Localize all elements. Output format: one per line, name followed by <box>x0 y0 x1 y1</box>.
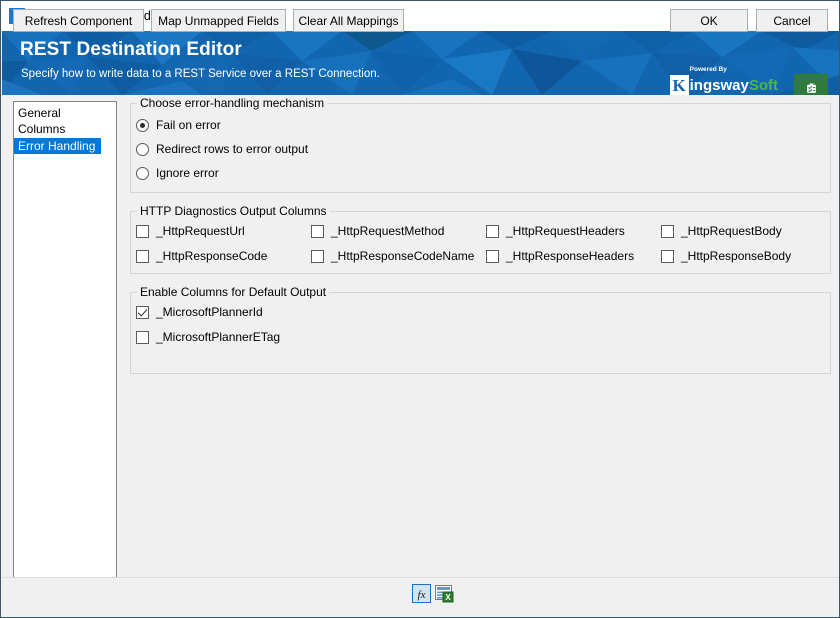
radio-fail-on-error-label: Fail on error <box>156 118 221 132</box>
checkbox-http-response-code-name-box[interactable] <box>311 249 324 263</box>
checkbox-microsoft-planner-id[interactable]: _MicrosoftPlannerId <box>136 304 263 320</box>
checkbox-microsoft-planner-id-label: _MicrosoftPlannerId <box>156 305 263 319</box>
page-list[interactable]: General Columns Error Handling <box>13 101 117 583</box>
checkbox-http-response-headers[interactable]: _HttpResponseHeaders <box>486 248 634 264</box>
checkbox-http-request-method[interactable]: _HttpRequestMethod <box>311 223 444 239</box>
checkbox-http-response-code-box[interactable] <box>136 249 149 263</box>
sidebar-item-general-row[interactable]: General <box>14 105 116 121</box>
powered-by-label: Powered By <box>689 66 727 73</box>
radio-ignore-error[interactable]: Ignore error <box>136 164 219 182</box>
sidebar-item-columns[interactable]: Columns <box>14 121 116 137</box>
checkbox-microsoft-planner-etag[interactable]: _MicrosoftPlannerETag <box>136 329 280 345</box>
logo-soft-text: Soft <box>748 77 778 94</box>
banner-title: REST Destination Editor <box>20 39 242 60</box>
refresh-component-button[interactable]: Refresh Component <box>13 9 144 32</box>
rest-destination-editor-window: K REST Destination Editor <box>0 0 840 618</box>
checkbox-http-response-headers-label: _HttpResponseHeaders <box>506 249 635 263</box>
banner-subtitle: Specify how to write data to a REST Serv… <box>21 68 380 80</box>
default-output-columns-group-title: Enable Columns for Default Output <box>137 285 330 299</box>
checkbox-http-request-body[interactable]: _HttpRequestBody <box>661 223 782 239</box>
checkbox-http-response-code-name-label: _HttpResponseCodeName <box>331 249 475 263</box>
http-diagnostics-group: HTTP Diagnostics Output Columns _HttpReq… <box>130 204 831 274</box>
dialog-body: General Columns Error Handling Choose er… <box>2 95 839 583</box>
checkbox-http-request-headers-label: _HttpRequestHeaders <box>506 224 625 238</box>
sidebar-item-error-handling-row[interactable]: Error Handling <box>14 137 116 154</box>
default-output-columns-group: Enable Columns for Default Output _Micro… <box>130 285 831 374</box>
checkbox-http-request-method-label: _HttpRequestMethod <box>331 224 445 238</box>
checkbox-microsoft-planner-id-box[interactable] <box>136 305 149 319</box>
checkbox-http-response-body-label: _HttpResponseBody <box>681 249 792 263</box>
checkbox-http-request-url-label: _HttpRequestUrl <box>156 224 245 238</box>
cancel-button[interactable]: Cancel <box>756 9 828 32</box>
error-handling-group-title: Choose error-handling mechanism <box>137 96 328 110</box>
checkbox-http-request-method-box[interactable] <box>311 224 324 238</box>
microsoft-planner-icon: Planner <box>794 74 828 95</box>
map-unmapped-fields-button[interactable]: Map Unmapped Fields <box>151 9 286 32</box>
header-banner: REST Destination Editor Specify how to w… <box>2 31 839 95</box>
checkbox-http-response-headers-box[interactable] <box>486 249 499 263</box>
checkbox-microsoft-planner-etag-label: _MicrosoftPlannerETag <box>156 330 281 344</box>
sidebar-item-error-handling[interactable]: Error Handling <box>14 138 102 154</box>
checkbox-http-response-code-label: _HttpResponseCode <box>156 249 268 263</box>
radio-redirect-rows-label: Redirect rows to error output <box>156 142 309 156</box>
logo-kingsway-text: ingsway <box>689 77 749 94</box>
radio-ignore-error-indicator[interactable] <box>136 166 149 180</box>
radio-redirect-rows-indicator[interactable] <box>136 142 149 156</box>
checkbox-http-request-body-label: _HttpRequestBody <box>681 224 782 238</box>
error-handling-group: Choose error-handling mechanism Fail on … <box>130 96 831 193</box>
checkbox-http-response-code-name[interactable]: _HttpResponseCodeName <box>311 248 474 264</box>
http-diagnostics-group-title: HTTP Diagnostics Output Columns <box>137 204 330 218</box>
checkbox-http-request-body-box[interactable] <box>661 224 674 238</box>
clear-all-mappings-button[interactable]: Clear All Mappings <box>293 9 404 32</box>
radio-ignore-error-label: Ignore error <box>156 166 219 180</box>
sidebar-item-general[interactable]: General <box>14 105 116 121</box>
svg-text:X: X <box>445 593 451 602</box>
radio-fail-on-error[interactable]: Fail on error <box>136 116 221 134</box>
checkbox-microsoft-planner-etag-box[interactable] <box>136 330 149 344</box>
planner-glyph-icon <box>806 83 816 93</box>
kingswaysoft-k-mark: K <box>669 75 689 95</box>
checkbox-http-request-url-box[interactable] <box>136 224 149 238</box>
checkbox-http-response-code[interactable]: _HttpResponseCode <box>136 248 267 264</box>
checkbox-http-request-headers-box[interactable] <box>486 224 499 238</box>
export-grid-icon[interactable]: X <box>435 584 454 603</box>
checkbox-http-response-body-box[interactable] <box>661 249 674 263</box>
svg-text:fx: fx <box>418 589 426 601</box>
checkbox-http-request-url[interactable]: _HttpRequestUrl <box>136 223 245 239</box>
sidebar-item-columns-row[interactable]: Columns <box>14 121 116 137</box>
radio-redirect-rows[interactable]: Redirect rows to error output <box>136 140 308 158</box>
checkbox-http-request-headers[interactable]: _HttpRequestHeaders <box>486 223 625 239</box>
kingswaysoft-logo: K Powered By ingswaySoft <box>669 66 778 95</box>
ok-button[interactable]: OK <box>670 9 748 32</box>
checkbox-http-response-body[interactable]: _HttpResponseBody <box>661 248 791 264</box>
radio-fail-on-error-indicator[interactable] <box>136 118 149 132</box>
fx-icon[interactable]: fx <box>412 584 431 603</box>
